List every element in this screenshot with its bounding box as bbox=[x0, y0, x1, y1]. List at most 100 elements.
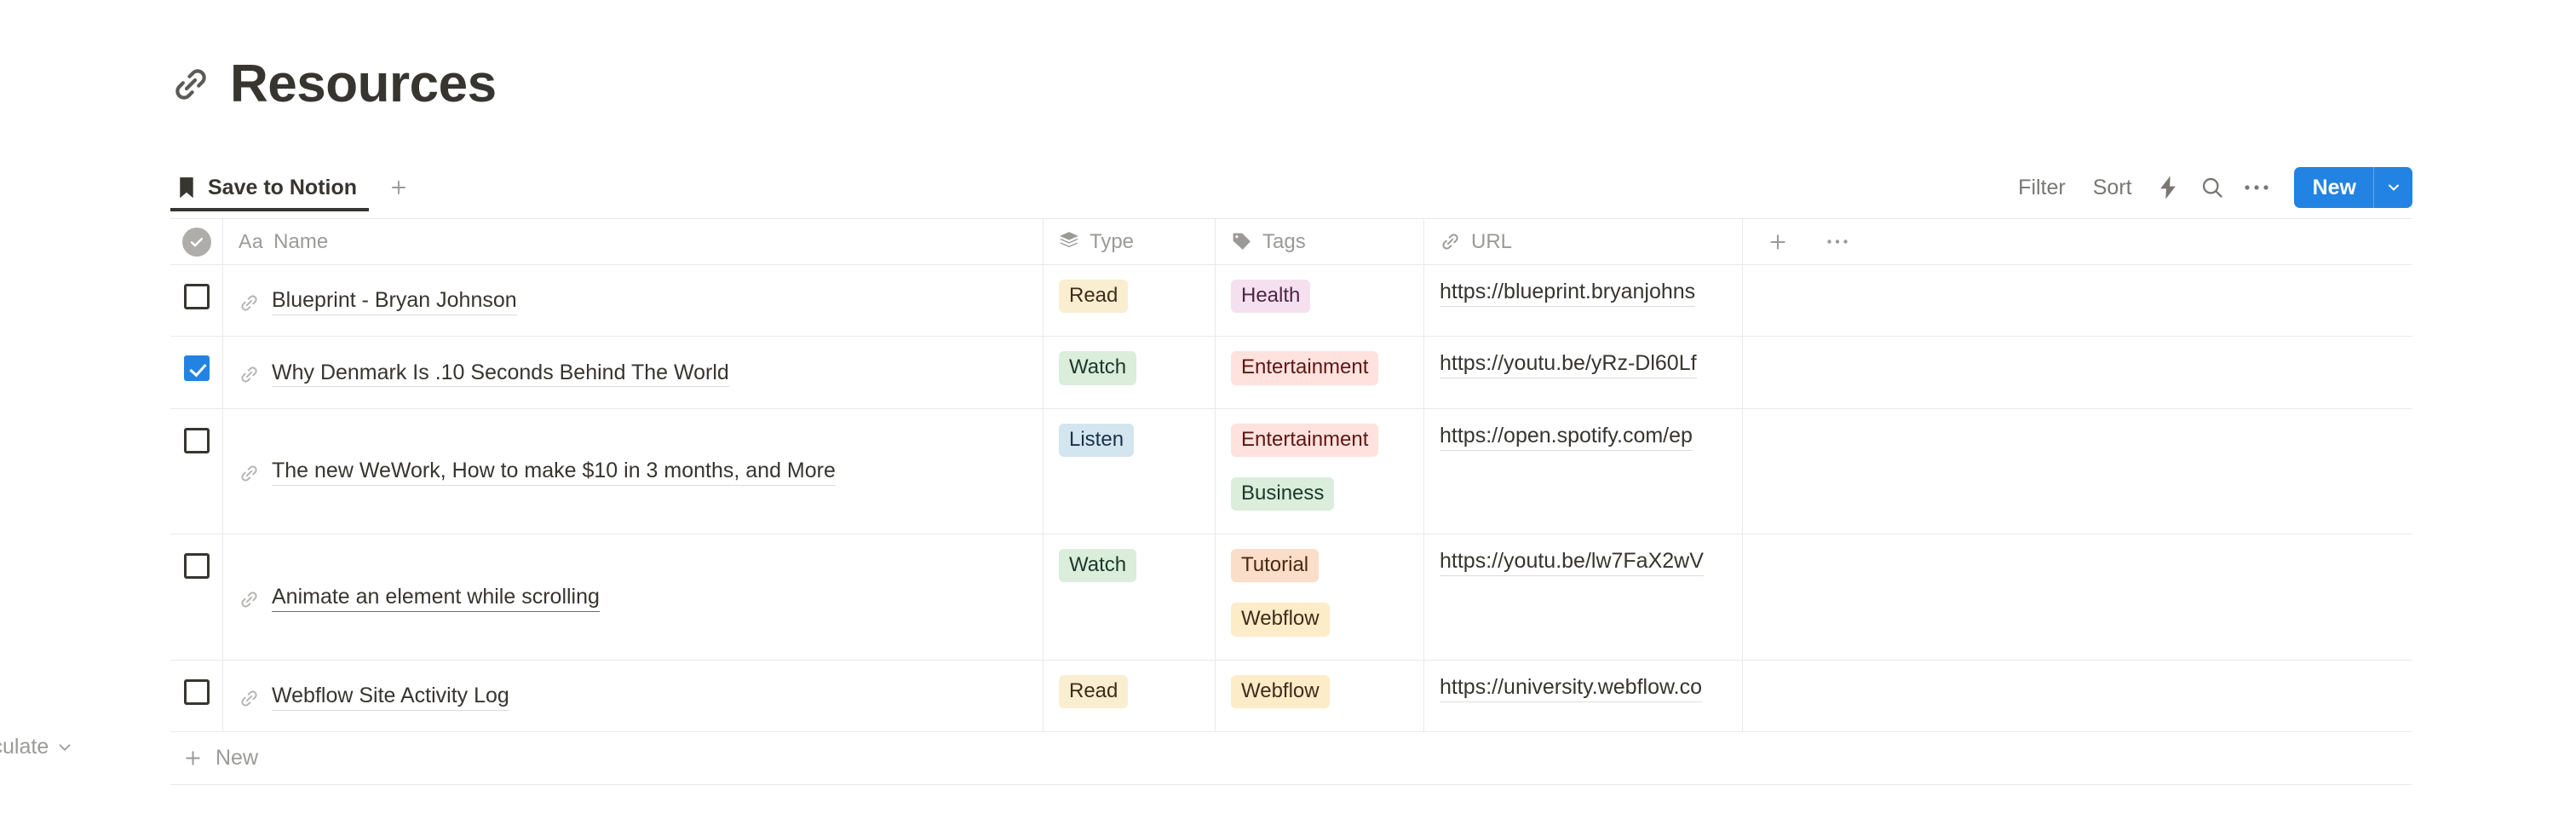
new-row-button[interactable]: New bbox=[170, 732, 2412, 785]
column-header-url[interactable]: URL bbox=[1423, 219, 1742, 264]
row-checkbox[interactable] bbox=[183, 427, 210, 453]
row-title[interactable]: Animate an element while scrolling bbox=[272, 585, 600, 612]
page-title: Resources bbox=[230, 55, 497, 113]
row-checkbox[interactable] bbox=[183, 553, 210, 580]
table-row[interactable]: The new WeWork, How to make $10 in 3 mon… bbox=[170, 408, 2412, 535]
link-icon bbox=[170, 64, 211, 105]
tag-pill: Webflow bbox=[1231, 603, 1330, 637]
new-button[interactable]: New bbox=[2294, 167, 2373, 208]
type-pill: Listen bbox=[1059, 423, 1135, 457]
cell-url[interactable]: https://university.webflow.co bbox=[1423, 660, 1742, 731]
cell-url[interactable]: https://open.spotify.com/ep bbox=[1423, 408, 1742, 534]
view-toolbar: Save to Notion Filter Sort New bbox=[170, 164, 2412, 211]
cell-tags[interactable]: Health bbox=[1215, 265, 1423, 337]
cell-tags[interactable]: Entertainment Business bbox=[1215, 408, 1423, 534]
cell-empty bbox=[1742, 265, 2412, 337]
chevron-down-icon[interactable] bbox=[2373, 167, 2412, 208]
cell-name[interactable]: The new WeWork, How to make $10 in 3 mon… bbox=[222, 408, 1043, 534]
type-pill: Watch bbox=[1059, 549, 1137, 583]
add-view-button[interactable] bbox=[382, 171, 415, 204]
column-header-type[interactable]: Type bbox=[1043, 219, 1215, 264]
row-url[interactable]: https://open.spotify.com/ep bbox=[1440, 424, 1693, 451]
column-label: Type bbox=[1090, 229, 1135, 253]
cell-tags[interactable]: Webflow bbox=[1215, 660, 1423, 731]
column-header-tags[interactable]: Tags bbox=[1215, 219, 1423, 264]
table-row[interactable]: Webflow Site Activity Log Read Webflow http… bbox=[170, 660, 2412, 732]
sort-button[interactable]: Sort bbox=[2079, 176, 2146, 200]
column-label: URL bbox=[1471, 229, 1513, 253]
ellipsis-icon[interactable] bbox=[2234, 169, 2279, 206]
cell-name[interactable]: Animate an element while scrolling bbox=[222, 534, 1043, 660]
row-title[interactable]: Why Denmark Is .10 Seconds Behind The Wo… bbox=[272, 361, 729, 388]
table-row[interactable]: Why Denmark Is .10 Seconds Behind The Wo… bbox=[170, 337, 2412, 409]
tab-save-to-notion[interactable]: Save to Notion bbox=[170, 165, 370, 211]
link-icon bbox=[239, 292, 260, 314]
row-select-cell bbox=[170, 534, 222, 660]
row-title[interactable]: The new WeWork, How to make $10 in 3 mon… bbox=[272, 459, 836, 487]
cell-type[interactable]: Read bbox=[1043, 660, 1215, 731]
filter-button[interactable]: Filter bbox=[2004, 176, 2079, 200]
column-options-button[interactable] bbox=[1821, 226, 1854, 258]
table-row[interactable]: Blueprint - Bryan Johnson Read Health https… bbox=[170, 265, 2412, 338]
table-row[interactable]: Animate an element while scrolling Watch T… bbox=[170, 534, 2412, 661]
tag-pill: Entertainment bbox=[1231, 423, 1379, 457]
row-select-cell bbox=[170, 265, 222, 336]
tag-pill: Tutorial bbox=[1231, 549, 1320, 583]
select-layers-icon bbox=[1059, 231, 1079, 253]
cell-type[interactable]: Read bbox=[1043, 265, 1215, 337]
cell-empty bbox=[1742, 408, 2412, 534]
column-header-name[interactable]: Aa Name bbox=[222, 219, 1043, 264]
row-title[interactable]: Webflow Site Activity Log bbox=[272, 684, 509, 711]
cell-type[interactable]: Watch bbox=[1043, 534, 1215, 660]
link-icon bbox=[239, 463, 260, 484]
link-icon bbox=[239, 364, 260, 385]
bookmark-icon bbox=[177, 176, 196, 199]
cell-empty bbox=[1742, 534, 2412, 660]
table-body: Blueprint - Bryan Johnson Read Health https… bbox=[170, 265, 2412, 732]
cell-tags[interactable]: Entertainment bbox=[1215, 337, 1423, 408]
ellipsis-icon bbox=[1826, 238, 1849, 245]
lightning-bolt-icon[interactable] bbox=[2146, 169, 2190, 206]
row-url[interactable]: https://youtu.be/lw7FaX2wV bbox=[1440, 549, 1704, 577]
cell-name[interactable]: Why Denmark Is .10 Seconds Behind The Wo… bbox=[222, 337, 1043, 408]
new-button-group[interactable]: New bbox=[2293, 167, 2412, 208]
link-icon bbox=[239, 589, 260, 610]
column-label: Name bbox=[273, 229, 329, 253]
cell-tags[interactable]: Tutorial Webflow bbox=[1215, 534, 1423, 660]
page-title-row: Resources bbox=[170, 58, 497, 111]
notion-database-page: Resources Save to Notion Filter Sort New… bbox=[0, 0, 2576, 837]
row-select-cell bbox=[170, 409, 222, 534]
cell-url[interactable]: https://youtu.be/yRz-Dl60Lf bbox=[1423, 337, 1742, 408]
cell-url[interactable]: https://youtu.be/lw7FaX2wV bbox=[1423, 534, 1742, 660]
check-circle-icon[interactable] bbox=[181, 227, 211, 257]
cell-empty bbox=[1742, 660, 2412, 731]
calculate-label: Calculate bbox=[0, 735, 49, 759]
tag-pill: Entertainment bbox=[1231, 351, 1379, 385]
database-table: Aa Name Type Tags URL Blueprint - Bryan … bbox=[170, 218, 2412, 785]
calculate-button[interactable]: Calculate bbox=[0, 735, 74, 759]
row-select-cell bbox=[170, 337, 222, 407]
row-url[interactable]: https://youtu.be/yRz-Dl60Lf bbox=[1440, 351, 1697, 379]
cell-name[interactable]: Webflow Site Activity Log bbox=[222, 660, 1043, 731]
cell-name[interactable]: Blueprint - Bryan Johnson bbox=[222, 265, 1043, 337]
calculate-bar: Calculate bbox=[0, 735, 273, 772]
tag-icon bbox=[1231, 231, 1252, 252]
cell-url[interactable]: https://blueprint.bryanjohns bbox=[1423, 265, 1742, 337]
type-pill: Read bbox=[1059, 280, 1129, 314]
cell-empty bbox=[1742, 337, 2412, 408]
row-checkbox[interactable] bbox=[183, 284, 210, 309]
type-pill: Read bbox=[1059, 674, 1129, 708]
row-checkbox[interactable] bbox=[183, 355, 210, 382]
row-title[interactable]: Blueprint - Bryan Johnson bbox=[272, 288, 517, 315]
tag-pill: Business bbox=[1231, 476, 1335, 511]
row-url[interactable]: https://blueprint.bryanjohns bbox=[1440, 280, 1696, 307]
tab-label: Save to Notion bbox=[208, 175, 358, 199]
add-column-button[interactable] bbox=[1762, 226, 1794, 258]
search-icon[interactable] bbox=[2190, 169, 2234, 206]
link-icon bbox=[239, 688, 260, 709]
cell-type[interactable]: Watch bbox=[1043, 337, 1215, 408]
row-checkbox[interactable] bbox=[183, 678, 210, 705]
tag-pill: Webflow bbox=[1231, 674, 1330, 708]
row-url[interactable]: https://university.webflow.co bbox=[1440, 675, 1703, 702]
cell-type[interactable]: Listen bbox=[1043, 408, 1215, 534]
